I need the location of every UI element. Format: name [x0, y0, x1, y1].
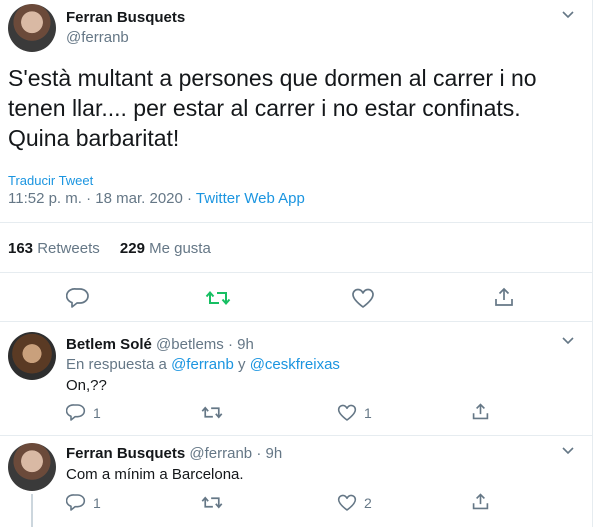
tweet-text-line: S'està multant a persones que dormen al …	[8, 65, 537, 91]
engagement-stats: 163 Retweets 229 Me gusta	[8, 240, 211, 257]
like-icon[interactable]	[351, 287, 375, 309]
like-count: 2	[364, 495, 372, 511]
reply-header: Ferran Busquets @ferranb · 9h	[66, 445, 282, 462]
mention-link[interactable]: @ceskfreixas	[250, 356, 340, 373]
chevron-down-icon[interactable]	[561, 446, 575, 456]
reply-count: 1	[93, 405, 101, 421]
chevron-down-icon[interactable]	[561, 336, 575, 346]
meta-separator: ·	[187, 190, 193, 207]
reply-icon[interactable]	[66, 287, 90, 309]
likes-label: Me gusta	[149, 240, 211, 257]
tweet-text-line: Quina barbaritat!	[8, 125, 180, 151]
meta-separator: ·	[256, 445, 262, 462]
reply-header: Betlem Solé @betlems · 9h	[66, 336, 254, 353]
thread-line	[31, 494, 33, 527]
share-icon[interactable]	[493, 286, 515, 308]
retweets-label: Retweets	[37, 240, 100, 257]
reply-author-handle[interactable]: @betlems	[156, 336, 224, 353]
retweet-icon[interactable]	[205, 287, 231, 309]
timeline-border	[592, 0, 593, 527]
reply-author-name[interactable]: Betlem Solé	[66, 336, 152, 353]
divider	[0, 222, 592, 223]
meta-separator: ·	[86, 190, 92, 207]
reply-text: Com a mínim a Barcelona.	[66, 466, 244, 483]
divider	[0, 321, 592, 322]
divider	[0, 435, 592, 436]
retweet-icon[interactable]	[201, 403, 223, 422]
reply-text: On,??	[66, 377, 107, 394]
reply-author-handle[interactable]: @ferranb	[189, 445, 252, 462]
reply-context-prefix: En respuesta a	[66, 356, 167, 373]
share-icon[interactable]	[471, 402, 490, 421]
tweet-source[interactable]: Twitter Web App	[196, 190, 305, 207]
like-count: 1	[364, 405, 372, 421]
reply-age[interactable]: 9h	[265, 445, 282, 462]
mention-link[interactable]: @ferranb	[171, 356, 234, 373]
retweet-icon[interactable]	[201, 493, 223, 512]
tweet-time[interactable]: 11:52 p. m.	[8, 190, 82, 207]
author-name[interactable]: Ferran Busquets	[66, 9, 185, 26]
avatar[interactable]	[8, 332, 56, 380]
reply-context-and: y	[238, 356, 246, 373]
tweet-text: S'està multant a persones que dormen al …	[8, 63, 537, 153]
likes-stat[interactable]: 229 Me gusta	[120, 240, 211, 257]
meta-separator: ·	[227, 336, 233, 353]
avatar[interactable]	[8, 443, 56, 491]
reply-age[interactable]: 9h	[237, 336, 254, 353]
author-handle[interactable]: @ferranb	[66, 29, 129, 46]
reply-count: 1	[93, 495, 101, 511]
retweets-count: 163	[8, 240, 34, 257]
tweet-date[interactable]: 18 mar. 2020	[95, 190, 183, 207]
avatar[interactable]	[8, 4, 56, 52]
like-icon[interactable]	[337, 403, 357, 422]
reply-icon[interactable]	[66, 493, 86, 512]
divider	[0, 272, 592, 273]
reply-author-name[interactable]: Ferran Busquets	[66, 445, 185, 462]
retweets-stat[interactable]: 163 Retweets	[8, 240, 104, 257]
likes-count: 229	[119, 240, 145, 257]
reply-context: En respuesta a @ferranb y @ceskfreixas	[66, 356, 340, 373]
translate-tweet-link[interactable]: Traducir Tweet	[8, 173, 93, 188]
tweet-text-line: tenen llar.... per estar al carrer i no …	[8, 95, 521, 121]
reply-icon[interactable]	[66, 403, 86, 422]
chevron-down-icon[interactable]	[561, 10, 575, 20]
share-icon[interactable]	[471, 492, 490, 511]
tweet-meta: 11:52 p. m. · 18 mar. 2020 · Twitter Web…	[8, 190, 305, 207]
like-icon[interactable]	[337, 493, 357, 512]
